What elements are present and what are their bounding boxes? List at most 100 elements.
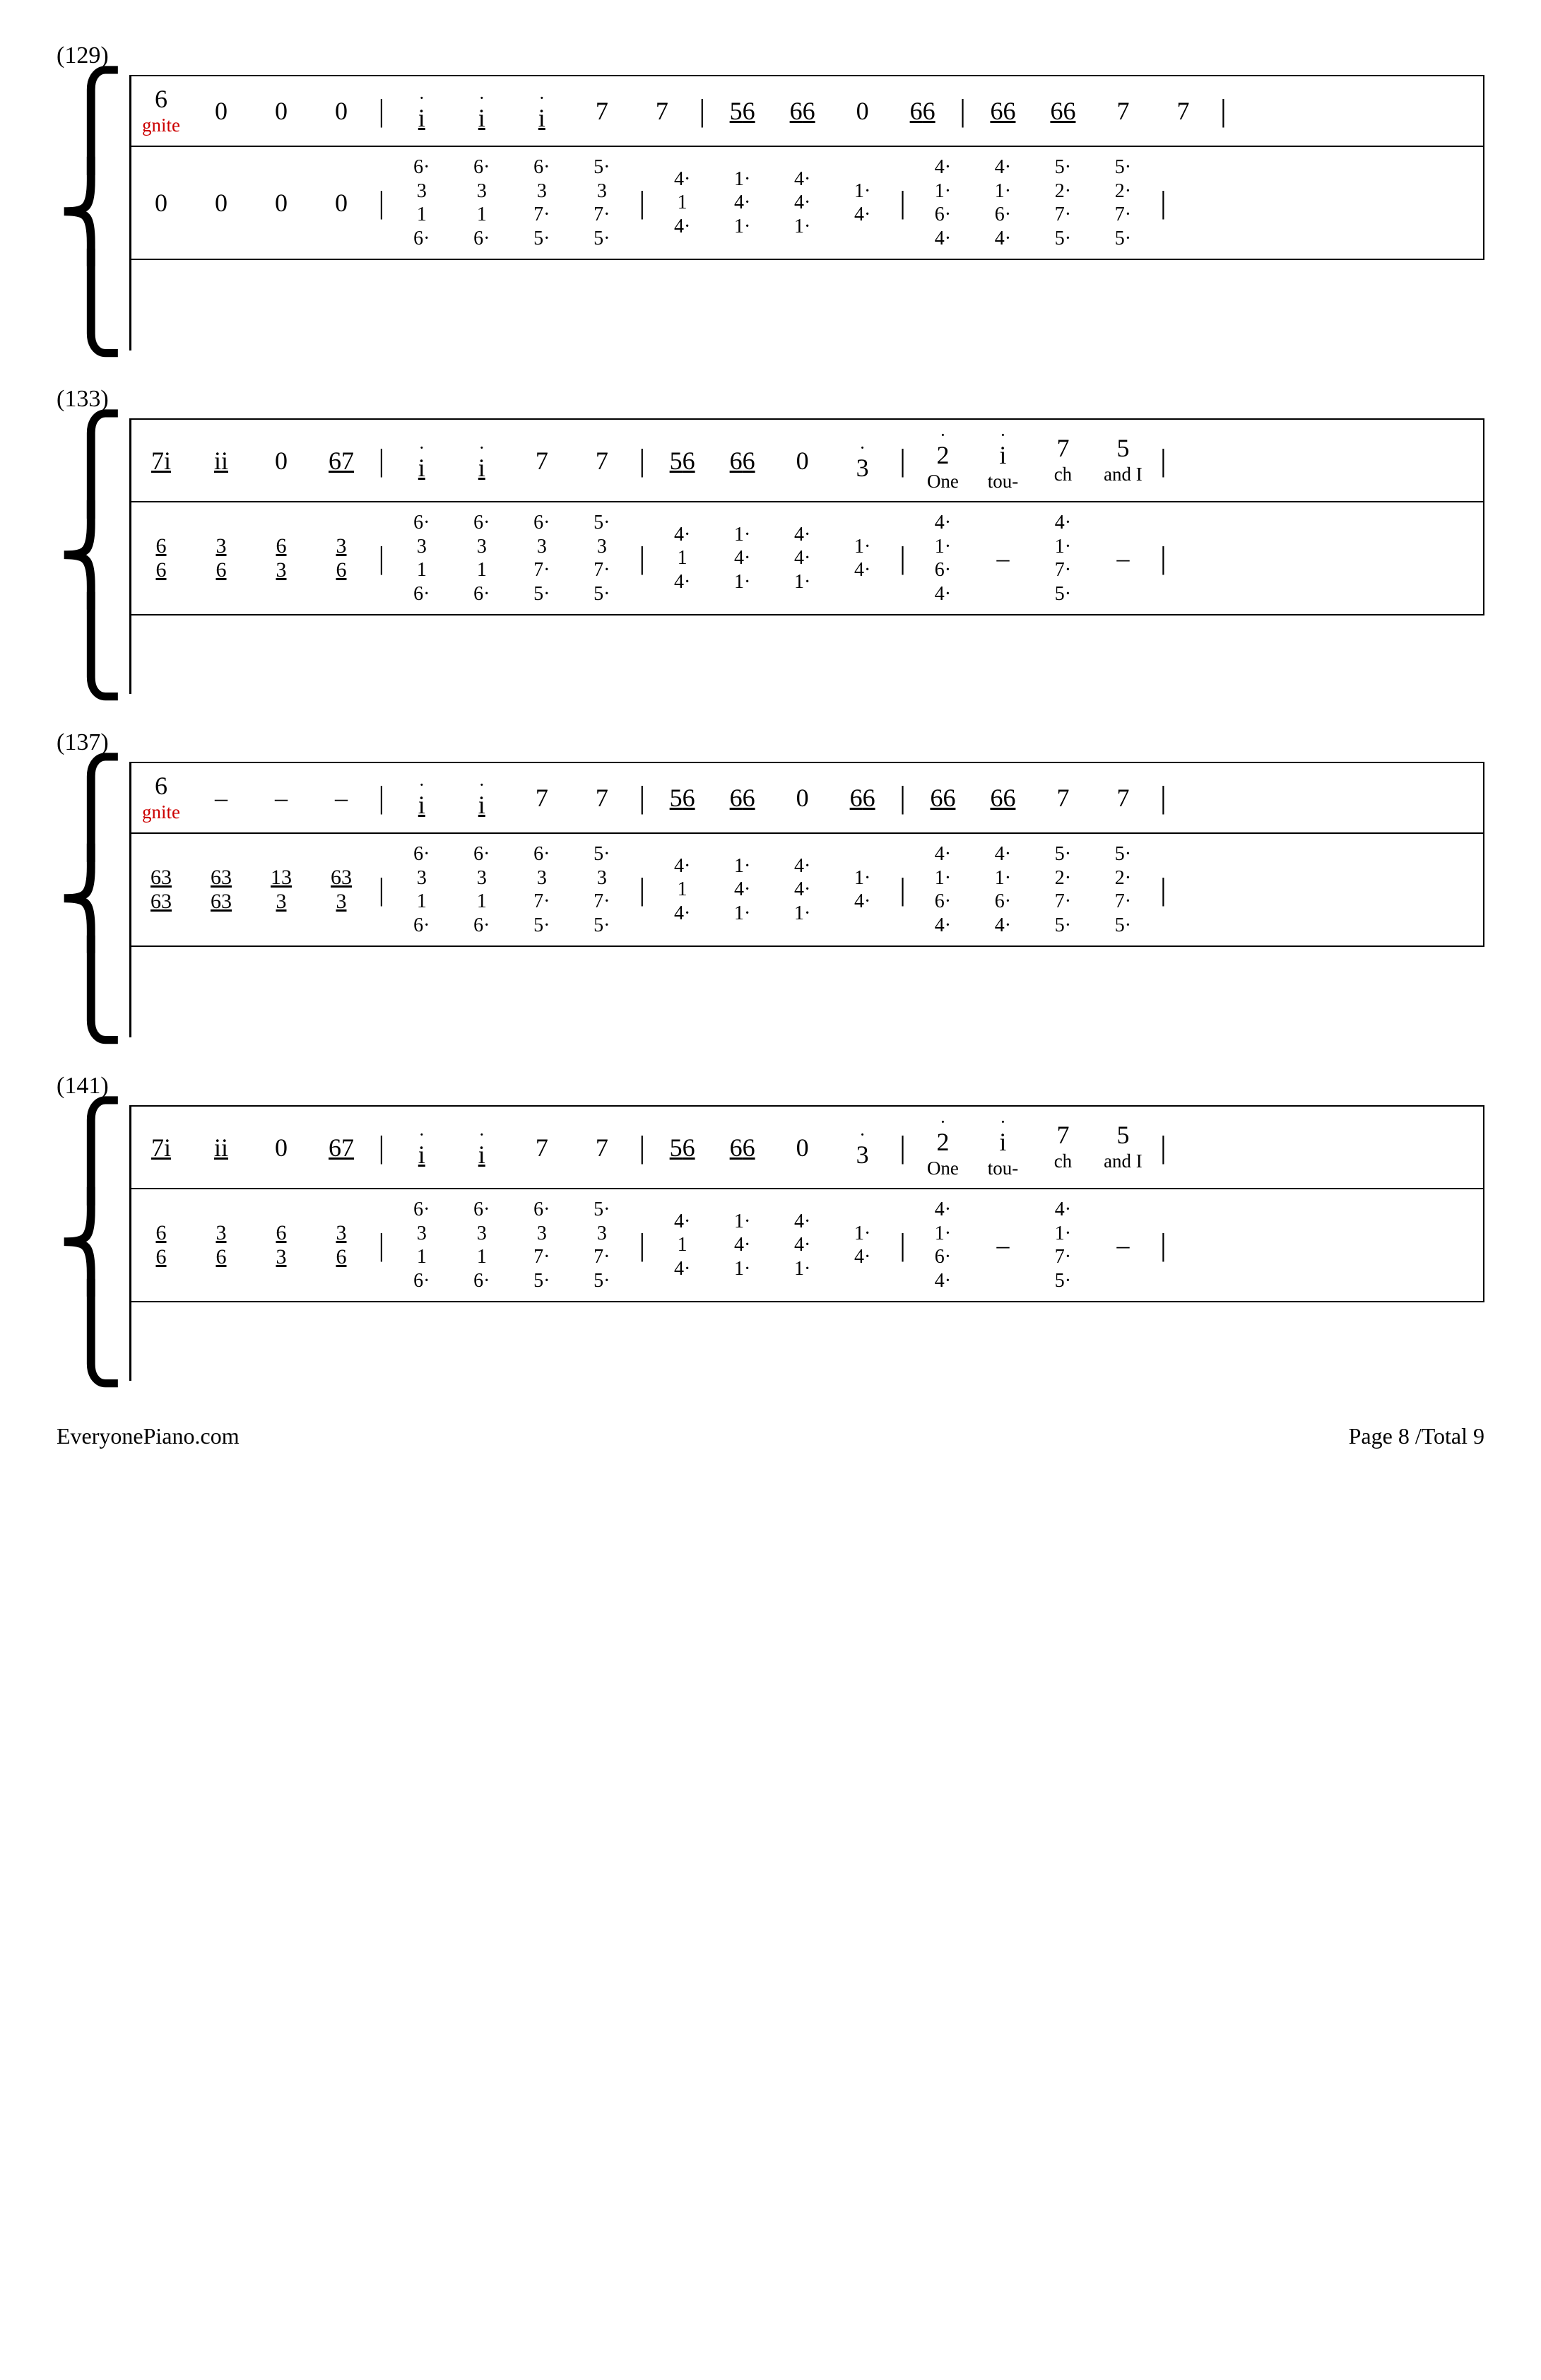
note-cell: 7	[1153, 98, 1213, 124]
note-cell: · i	[451, 1128, 512, 1167]
dash-cell: –	[1093, 1230, 1153, 1260]
footer-page-number: Page 8 /Total 9	[1349, 1423, 1484, 1449]
chord-cell: 6·37·5·	[512, 511, 572, 606]
note-cell: ii	[191, 1135, 252, 1160]
note-cell: · 2 One	[913, 428, 973, 493]
barline: |	[892, 874, 913, 905]
chord-cell: 0	[252, 190, 312, 216]
barline: |	[632, 543, 652, 574]
chord-cell: 5·2·7·5·	[1093, 842, 1153, 937]
note-cell: 0	[832, 98, 892, 124]
note-cell: 5 and I	[1093, 435, 1153, 485]
note-cell: 66	[913, 785, 973, 811]
chord-cell: 4·14·	[652, 1210, 712, 1281]
note-cell: 7	[512, 448, 572, 473]
bottom-accomp-row: 6 6 3 6 6 3 3 6 |	[131, 501, 1485, 615]
staff-lines-141: 7i ii 0 67 | · i · i 7 7 | 5	[129, 1105, 1485, 1381]
note-cell: 7	[572, 98, 632, 124]
chord-cell: 6·316·	[451, 842, 512, 937]
note-cell: 7 ch	[1033, 435, 1093, 485]
staff-lines-133: 7i ii 0 67 | · i · i 7 7 | 5	[129, 418, 1485, 694]
note-cell: 56	[712, 98, 772, 124]
chord-cell: 6 6	[131, 534, 191, 582]
note-cell: 7	[512, 785, 572, 811]
note-cell: –	[191, 785, 252, 811]
chord-cell: 63 3	[312, 866, 372, 914]
section-number: (141)	[57, 1073, 1484, 1100]
note-cell: 66	[973, 98, 1033, 124]
note-cell: · i	[391, 1128, 451, 1167]
chord-cell: 4·1·6·4·	[913, 1198, 973, 1292]
chord-cell: 4·1·6·4·	[913, 155, 973, 250]
note-cell: 66	[772, 98, 832, 124]
bottom-accomp-row: 0 0 0 0 | 6·316· 6·316· 6·37·5· 5·3	[131, 146, 1485, 260]
barline: |	[372, 1132, 392, 1163]
chord-cell: 6·37·5·	[512, 1198, 572, 1292]
barline: |	[1213, 95, 1234, 126]
note-cell: · i	[451, 778, 512, 818]
chord-cell: 1·4·1·	[712, 854, 772, 926]
brace-left: ⎧⎨⎩	[57, 75, 126, 350]
note-cell: · i	[391, 441, 451, 481]
chord-cell: 63 63	[191, 866, 252, 914]
chord-cell: 63 63	[131, 866, 191, 914]
note-cell: 7	[572, 1135, 632, 1160]
barline: |	[632, 1230, 652, 1261]
note-cell: · i	[391, 778, 451, 818]
note-cell: 66	[832, 785, 892, 811]
barline: |	[372, 1230, 392, 1261]
note-cell: 66	[1033, 98, 1093, 124]
chord-cell: 5·37·5·	[572, 842, 632, 937]
chord-cell: 5·2·7·5·	[1033, 842, 1093, 937]
chord-cell: 5·37·5·	[572, 1198, 632, 1292]
note-cell: · i tou-	[973, 1115, 1033, 1179]
chord-cell: 4·4·1·	[772, 854, 832, 926]
chord-cell: 1·4·	[832, 535, 892, 582]
dash-cell: –	[973, 1230, 1033, 1260]
chord-cell: 0	[312, 190, 372, 216]
chord-cell: 6·316·	[451, 511, 512, 606]
note-cell: 6 gnite	[131, 773, 191, 823]
page-footer: EveryonePiano.com Page 8 /Total 9	[57, 1423, 1484, 1449]
note-cell: 67	[312, 448, 372, 473]
chord-cell: 4·14·	[652, 854, 712, 926]
chord-cell: 4·1·6·4·	[913, 511, 973, 606]
note-cell: 7 ch	[1033, 1122, 1093, 1172]
chord-cell: 4·1·6·4·	[913, 842, 973, 937]
section-129: (129) ⎧⎨⎩ 6 gnite 0 0 0 | · i	[57, 42, 1484, 350]
chord-cell: 4·1·7·5·	[1033, 1198, 1093, 1292]
chord-cell: 0	[191, 190, 252, 216]
staff-lines-129: 6 gnite 0 0 0 | · i · i	[129, 75, 1485, 350]
note-cell: ii	[191, 448, 252, 473]
chord-cell: 1·4·1·	[712, 1210, 772, 1281]
chord-cell: 0	[131, 190, 191, 216]
chord-cell: 6 6	[131, 1221, 191, 1269]
chord-cell: 4·4·1·	[772, 167, 832, 239]
chord-cell: 6 3	[252, 1221, 312, 1269]
chord-cell: 3 6	[191, 1221, 252, 1269]
note-cell: 56	[652, 1135, 712, 1160]
brace-left: ⎧⎨⎩	[57, 762, 126, 1037]
note-cell: 0	[772, 448, 832, 473]
chord-cell: 6·316·	[391, 155, 451, 250]
barline: |	[372, 187, 392, 218]
note-cell: –	[252, 785, 312, 811]
barline: |	[892, 1230, 913, 1261]
chord-cell: 6·316·	[391, 1198, 451, 1292]
chord-cell: 3 6	[312, 534, 372, 582]
barline: |	[632, 187, 652, 218]
chord-cell: 13 3	[252, 866, 312, 914]
chord-cell: 4·1·7·5·	[1033, 511, 1093, 606]
section-number: (129)	[57, 42, 1484, 69]
top-melody-row: 7i ii 0 67 | · i · i 7 7 | 5	[131, 1105, 1485, 1188]
note-cell: · i	[451, 441, 512, 481]
note-cell: · i	[391, 91, 451, 131]
chord-cell: 4·1·6·4·	[973, 155, 1033, 250]
barline: |	[1153, 782, 1174, 813]
note-cell: 56	[652, 785, 712, 811]
staff-lines-137: 6 gnite – – – | · i · i 7	[129, 762, 1485, 1037]
note-cell: 0	[252, 448, 312, 473]
barline: |	[372, 874, 392, 905]
note-cell: 0	[252, 98, 312, 124]
barline: |	[632, 1132, 652, 1163]
